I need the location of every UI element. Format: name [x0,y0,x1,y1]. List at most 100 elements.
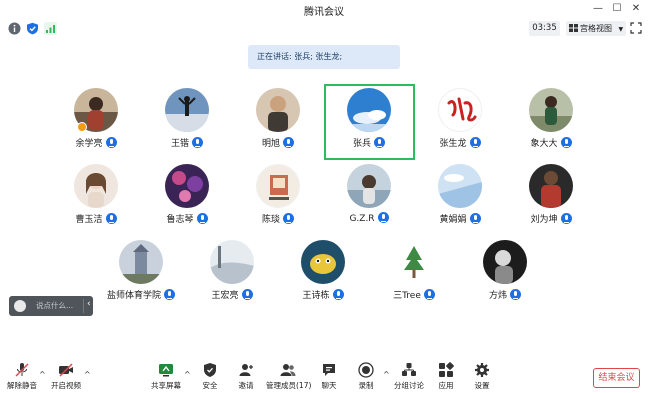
avatar [347,164,391,208]
end-meeting-button[interactable]: 结束会议 [593,368,640,388]
participant-tile[interactable]: 王锴 [149,88,225,158]
participant-tile[interactable]: G.Z.R [331,164,407,234]
participant-name: 张生龙 [439,139,467,149]
avatar [74,164,118,208]
info-icon[interactable] [8,22,21,35]
mic-icon [469,213,481,224]
chevron-up-icon[interactable]: ^ [39,370,46,379]
mic-icon [164,289,175,300]
participant-name: 余学亮 [75,139,103,149]
security-button[interactable]: 安全 [190,362,230,391]
close-button[interactable]: ✕ [628,2,644,16]
mic-icon [241,289,253,300]
participant-tile[interactable]: 三Tree [376,240,452,310]
avatar [529,164,573,208]
record-label: 录制 [358,381,374,390]
avatar [438,164,482,208]
view-mode-dropdown[interactable]: 宫格视图 ▼ [566,21,626,36]
minimize-button[interactable]: — [590,2,606,16]
chat-button[interactable]: 聊天 [309,362,349,391]
participant-name: 王宏亮 [211,291,239,301]
settings-label: 设置 [474,381,490,390]
members-icon [280,364,296,376]
mic-icon [469,137,481,148]
mic-icon [560,137,572,148]
participant-name: 明旭 [261,139,280,149]
participant-name: 曹玉洁 [75,215,103,225]
avatar [301,240,345,284]
view-mode-label: 宫格视图 [580,24,612,33]
invite-label: 邀请 [238,381,254,390]
participant-tile[interactable]: 黄娟娟 [422,164,498,234]
participant-tile[interactable]: 陈琰 [240,164,316,234]
chat-bubble-icon [323,364,335,376]
chat-placeholder: 说点什么... [36,301,74,310]
participant-tile[interactable]: 曹玉洁 [58,164,134,234]
apps-button[interactable]: 应用 [426,362,466,391]
security-label: 安全 [202,381,218,390]
emoji-icon[interactable] [14,300,26,312]
fullscreen-icon[interactable] [630,22,642,34]
divider [83,299,84,313]
participant-name: 象大大 [530,139,558,149]
shield-icon[interactable] [26,22,39,35]
avatar [165,88,209,132]
participant-tile[interactable]: 王宏亮 [194,240,270,310]
chat-input[interactable]: 说点什么... ‹ [9,296,93,316]
breakout-rooms-button[interactable]: 分组讨论 [389,362,429,391]
avatar [392,240,436,284]
start-video-button[interactable]: 开启视频 [46,362,86,391]
participant-name: 刘为坤 [530,215,558,225]
chat-label: 聊天 [321,381,337,390]
gear-icon [475,363,489,377]
apps-icon [439,362,454,377]
maximize-button[interactable]: ☐ [609,2,625,16]
avatar [165,164,209,208]
share-screen-button[interactable]: 共享屏幕 [146,362,186,391]
unmute-label: 解除静音 [7,381,37,390]
mic-icon [332,289,344,300]
participant-tile[interactable]: 张生龙 [422,88,498,158]
avatar [119,240,163,284]
participant-tile[interactable]: 余学亮 [58,88,134,158]
participant-name: 陈琰 [261,215,280,225]
settings-button[interactable]: 设置 [462,362,502,391]
record-button[interactable]: 录制 [346,362,386,391]
shield-icon [204,363,216,377]
participant-tile[interactable]: 方炜 [467,240,543,310]
meeting-window: 腾讯会议 — ☐ ✕ 03:35 宫格视图 ▼ 正在讲话: 张兵; 张生龙; 余… [0,0,648,393]
mic-icon [105,213,117,224]
participant-tile[interactable]: 刘为坤 [513,164,589,234]
manage-members-button[interactable]: 管理成员(17) [266,362,311,391]
participant-name: 盐师体育学院 [106,291,161,301]
avatar [210,240,254,284]
grid-view-icon [569,24,578,32]
participant-tile[interactable]: 盐师体育学院 [103,240,179,310]
avatar [483,240,527,284]
participant-tile[interactable]: 张兵 [331,88,407,158]
participant-name: 黄娟娟 [439,215,467,225]
mic-icon [105,137,117,148]
signal-icon[interactable] [44,22,57,35]
participant-tile[interactable]: 鲁志琴 [149,164,225,234]
participant-name: 鲁志琴 [166,215,194,225]
mic-icon [196,213,208,224]
mic-icon [374,137,385,148]
meeting-timer: 03:35 [529,21,560,36]
invite-button[interactable]: 邀请 [226,362,266,391]
avatar [256,164,300,208]
participant-tile[interactable]: 王诗栋 [285,240,361,310]
participant-name: 王诗栋 [302,291,330,301]
unmute-button[interactable]: 解除静音 [2,362,42,391]
bottom-toolbar: 解除静音 ^ 开启视频 ^ 共享屏幕 ^ 安全 邀请 管理成员(17) 聊天 录… [0,356,648,393]
mic-icon [560,213,572,224]
record-icon [358,362,374,378]
mic-icon [423,289,435,300]
chevron-up-icon[interactable]: ^ [84,370,91,379]
participant-name: 王锴 [170,139,189,149]
participant-tile[interactable]: 明旭 [240,88,316,158]
chevron-left-icon[interactable]: ‹ [87,299,91,309]
breakout-icon [402,363,416,376]
participant-tile[interactable]: 象大大 [513,88,589,158]
avatar [347,88,391,132]
